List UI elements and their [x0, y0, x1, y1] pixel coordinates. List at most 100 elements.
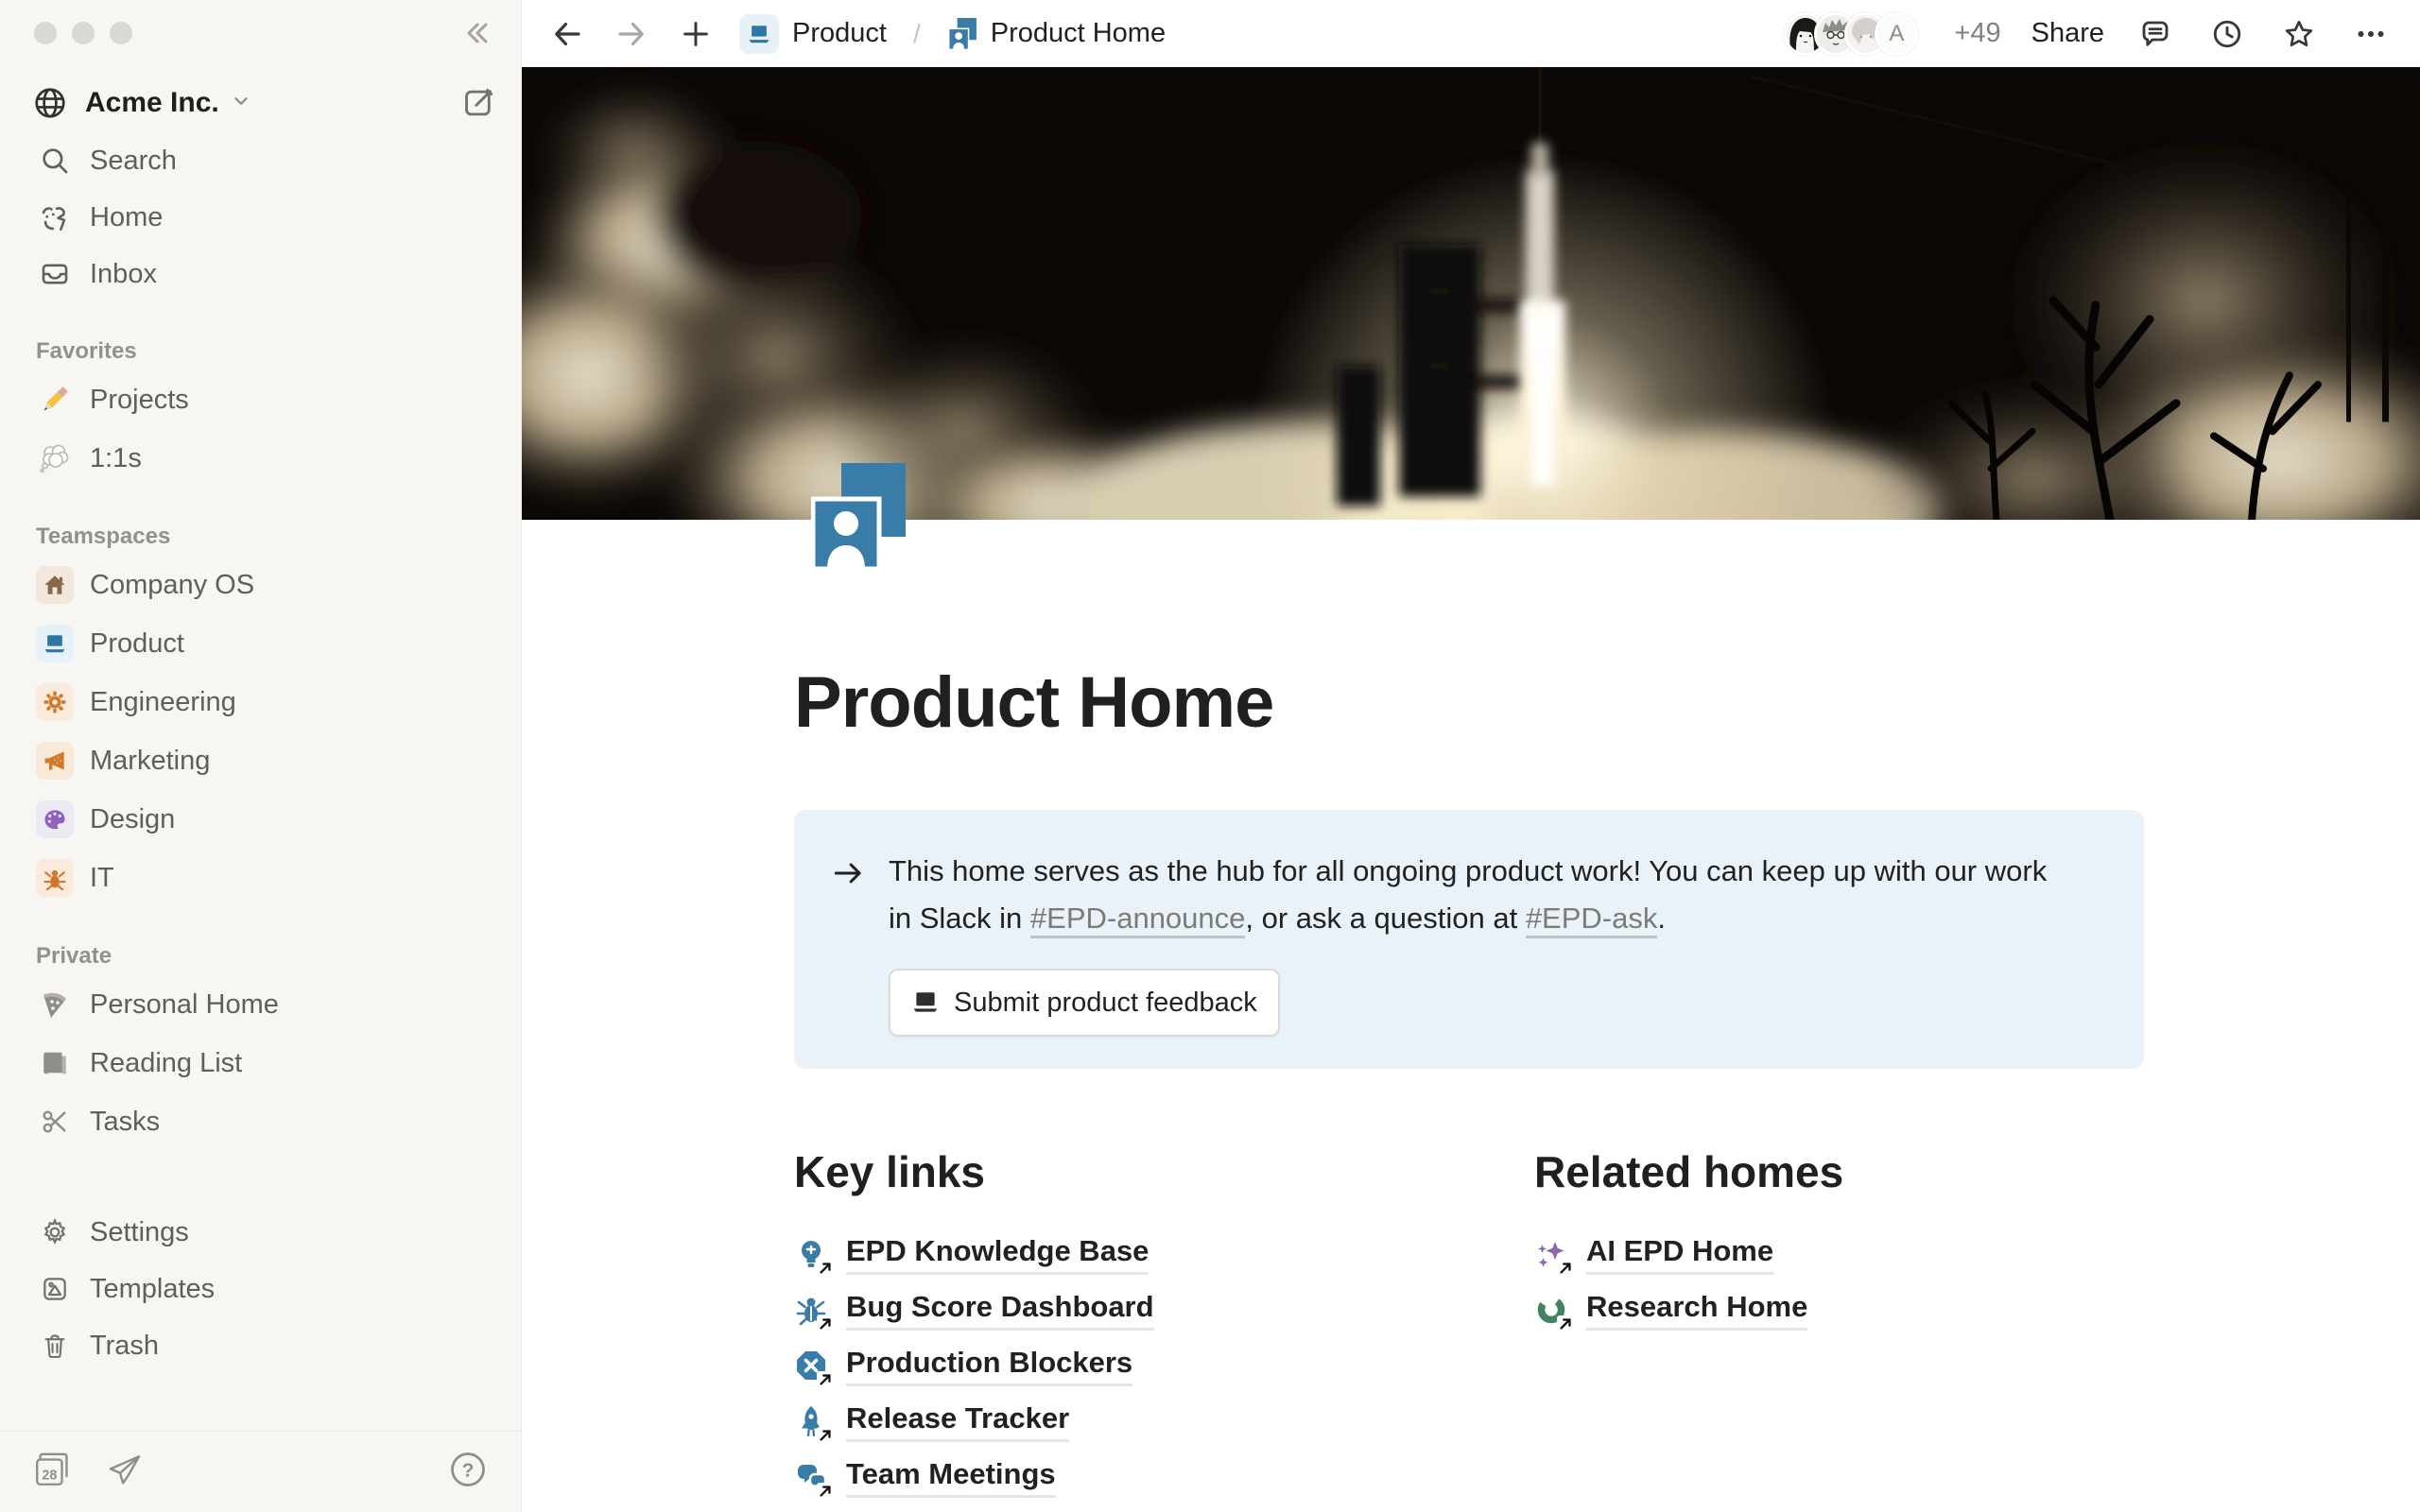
plus-icon: [680, 18, 712, 50]
page-content: Product Home This home serves as the hub…: [522, 520, 2420, 1512]
comments-button[interactable]: [2135, 13, 2176, 55]
sidebar-section-teamspaces: Teamspaces: [0, 524, 521, 550]
sidebar-item-label: Projects: [90, 385, 189, 416]
sidebar-item-label: Reading List: [90, 1048, 242, 1079]
sidebar-item-search[interactable]: Search: [0, 132, 521, 189]
workspace-switcher[interactable]: Acme Inc.: [0, 74, 521, 132]
related-homes-heading: Related homes: [1534, 1146, 2144, 1197]
favorite-button[interactable]: [2278, 13, 2320, 55]
double-chevron-left-icon: [460, 16, 494, 50]
link-research-home[interactable]: Research Home: [1534, 1289, 2144, 1331]
breadcrumb-product[interactable]: Product: [739, 14, 887, 54]
sidebar-section-private: Private: [0, 943, 521, 970]
topbar: Product / Product Home: [522, 0, 2420, 67]
sidebar-item-label: Templates: [90, 1274, 215, 1305]
megaphone-icon: [36, 742, 74, 780]
page-icon-portrait[interactable]: [811, 463, 906, 571]
sidebar-item-reading-list[interactable]: Reading List: [0, 1034, 521, 1092]
blocked-circle-icon: [794, 1349, 828, 1383]
member-avatars[interactable]: A: [1784, 12, 1918, 56]
window-zoom-button[interactable]: [110, 22, 132, 44]
sidebar-item-settings[interactable]: Settings: [0, 1204, 521, 1261]
sidebar-item-design[interactable]: Design: [0, 790, 521, 849]
key-links-heading: Key links: [794, 1146, 1534, 1197]
home-icon: [36, 198, 74, 236]
sidebar-item-1-1s[interactable]: 1:1s: [0, 429, 521, 488]
sidebar-item-label: Design: [90, 804, 175, 835]
back-button[interactable]: [546, 13, 588, 55]
arrow-right-icon: [614, 17, 648, 51]
link-release-tracker[interactable]: Release Tracker: [794, 1400, 1534, 1442]
sidebar-item-label: Product: [90, 628, 184, 660]
arrow-left-icon: [550, 17, 584, 51]
sidebar-item-label: Engineering: [90, 687, 236, 718]
sidebar-item-home[interactable]: Home: [0, 189, 521, 246]
compose-icon: [461, 85, 497, 121]
sidebar-item-label: Tasks: [90, 1107, 160, 1138]
forward-button[interactable]: [611, 13, 652, 55]
sidebar-item-label: IT: [90, 863, 114, 894]
chevron-down-icon: [231, 91, 251, 116]
sidebar-item-it[interactable]: IT: [0, 849, 521, 907]
thought-cloud-emoji-icon: [36, 439, 74, 477]
calendar-button[interactable]: 28: [32, 1450, 72, 1494]
sidebar-item-trash[interactable]: Trash: [0, 1317, 521, 1374]
new-tab-button[interactable]: [675, 13, 717, 55]
link-arrow-icon: [817, 1260, 834, 1277]
link-team-meetings[interactable]: Team Meetings: [794, 1456, 1534, 1498]
sidebar-footer: 28 ?: [0, 1431, 521, 1512]
palette-icon: [36, 800, 74, 838]
templates-icon: [36, 1270, 74, 1308]
search-icon: [36, 142, 74, 180]
arrow-right-icon: [830, 855, 866, 1037]
notion-app-window: Acme Inc. Search Home Inbox: [0, 0, 2420, 1512]
book-icon: [36, 1044, 74, 1082]
page-title[interactable]: Product Home: [794, 662, 2420, 744]
sidebar-item-company-os[interactable]: Company OS: [0, 556, 521, 614]
sidebar-item-inbox[interactable]: Inbox: [0, 246, 521, 302]
slack-channel-link-epd-ask[interactable]: #EPD-ask: [1526, 902, 1658, 938]
link-bug-score-dashboard[interactable]: Bug Score Dashboard: [794, 1289, 1534, 1331]
page-cover-image[interactable]: [522, 67, 2420, 520]
window-close-button[interactable]: [34, 22, 57, 44]
sidebar-item-templates[interactable]: Templates: [0, 1261, 521, 1317]
slack-channel-link-epd-announce[interactable]: #EPD-announce: [1030, 902, 1246, 938]
laptop-icon: [739, 14, 779, 54]
sidebar-item-label: Settings: [90, 1217, 189, 1248]
sidebar-item-product[interactable]: Product: [0, 614, 521, 673]
sidebar-item-label: Personal Home: [90, 989, 279, 1021]
trash-icon: [36, 1327, 74, 1365]
question-mark-icon: ?: [447, 1449, 489, 1490]
help-button[interactable]: ?: [447, 1449, 489, 1495]
bug-icon: [36, 859, 74, 897]
more-options-button[interactable]: [2350, 13, 2392, 55]
share-button[interactable]: Share: [2031, 18, 2104, 49]
submit-product-feedback-button[interactable]: Submit product feedback: [889, 969, 1280, 1037]
link-production-blockers[interactable]: Production Blockers: [794, 1345, 1534, 1386]
new-page-button[interactable]: [457, 80, 502, 126]
sidebar-item-tasks[interactable]: Tasks: [0, 1092, 521, 1151]
sidebar-item-marketing[interactable]: Marketing: [0, 731, 521, 790]
rocket-icon: [794, 1404, 828, 1438]
history-button[interactable]: [2206, 13, 2248, 55]
link-ai-epd-home[interactable]: AI EPD Home: [1534, 1233, 2144, 1275]
rocket-launch-photo: [522, 67, 2420, 520]
sidebar-item-engineering[interactable]: Engineering: [0, 673, 521, 731]
sidebar-item-projects[interactable]: Projects: [0, 370, 521, 429]
window-minimize-button[interactable]: [72, 22, 95, 44]
sidebar: Acme Inc. Search Home Inbox: [0, 0, 522, 1512]
send-button[interactable]: [106, 1451, 144, 1493]
link-arrow-icon: [1557, 1315, 1574, 1332]
portrait-pages-icon: [947, 18, 977, 50]
calendar-day-number: 28: [42, 1469, 57, 1484]
breadcrumb-label: Product Home: [991, 18, 1166, 49]
sidebar-item-personal-home[interactable]: Personal Home: [0, 975, 521, 1034]
breadcrumb-product-home[interactable]: Product Home: [947, 18, 1166, 50]
sidebar-item-label: Company OS: [90, 570, 254, 601]
laptop-icon: [911, 988, 940, 1017]
sidebar-collapse-button[interactable]: [457, 12, 498, 54]
link-arrow-icon: [817, 1371, 834, 1388]
callout-block[interactable]: This home serves as the hub for all ongo…: [794, 810, 2144, 1069]
sidebar-item-label: 1:1s: [90, 443, 142, 474]
link-epd-knowledge-base[interactable]: EPD Knowledge Base: [794, 1233, 1534, 1275]
